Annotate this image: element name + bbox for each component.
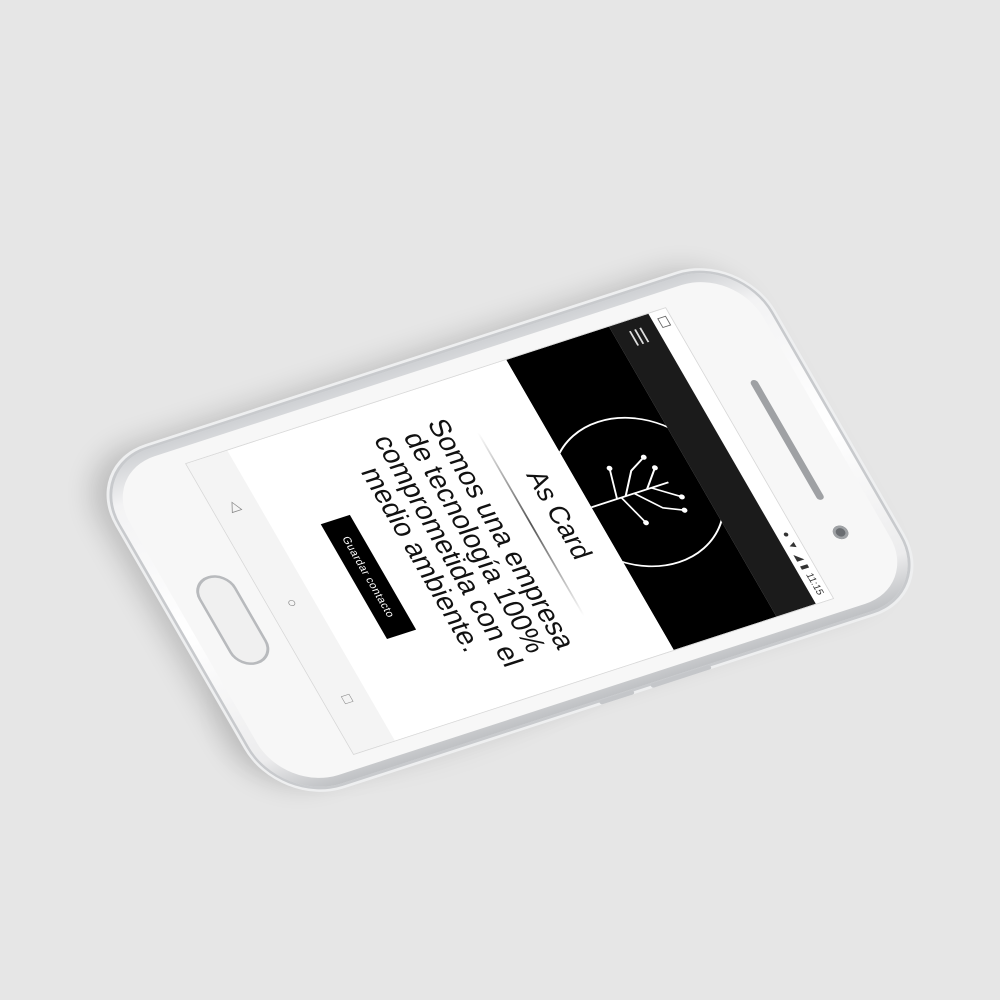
- battery-icon: ▮: [798, 562, 812, 572]
- wifi-icon: ▼: [785, 539, 801, 552]
- notification-icon: [657, 315, 672, 329]
- signal-icon: ◢: [791, 552, 807, 563]
- hamburger-menu-icon[interactable]: [629, 327, 650, 346]
- scene: ● ▼ ◢ ▮ 11:15 As Card Somos una empresa …: [0, 0, 1000, 1000]
- recents-icon[interactable]: □: [337, 693, 357, 706]
- alarm-icon: ●: [779, 530, 794, 539]
- back-icon[interactable]: ◁: [224, 499, 247, 514]
- home-icon[interactable]: ○: [281, 597, 301, 610]
